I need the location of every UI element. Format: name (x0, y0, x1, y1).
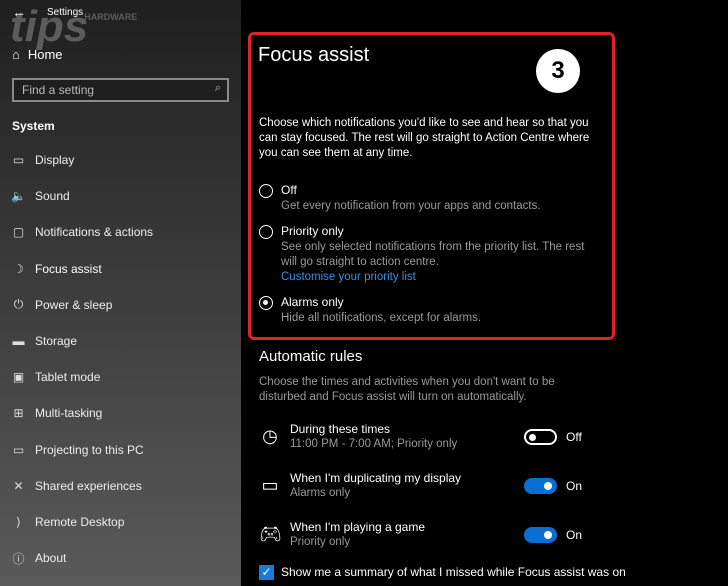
sidebar-item-label: Remote Desktop (35, 515, 125, 529)
nav-icon: ⟩ (16, 515, 21, 529)
sidebar-item-label: Power & sleep (35, 297, 113, 312)
sidebar-item-about[interactable]: ⓘ About (0, 540, 241, 576)
rule-display-sub: Alarms only (290, 487, 351, 499)
nav-icon: ▭ (12, 153, 25, 167)
sidebar-item-label: Multi-tasking (35, 406, 103, 421)
sidebar-item-label: Notifications & actions (35, 225, 154, 240)
sidebar-item-shared-experiences[interactable]: ✕ Shared experiences (0, 468, 241, 504)
section-heading: System (12, 119, 55, 133)
monitor-icon: ▭ (261, 475, 279, 495)
rule-display-toggle[interactable] (524, 478, 557, 494)
sidebar-item-notifications-actions[interactable]: ▢ Notifications & actions (0, 214, 241, 250)
sidebar-item-label: Storage (35, 334, 78, 348)
home-icon: ⌂ (12, 47, 20, 62)
nav-icon: 🔈 (11, 189, 26, 204)
radio-alarms-only[interactable] (259, 296, 273, 310)
sidebar-item-label: Projecting to this PC (35, 442, 144, 457)
nav-icon: ✕ (13, 478, 24, 493)
rule-display-state: On (566, 479, 583, 493)
sidebar-item-remote-desktop[interactable]: ⟩ Remote Desktop (0, 504, 241, 540)
sidebar: tipsHARDWARE ← Settings ⌂ Home Find a set… (0, 0, 241, 586)
sidebar-item-power-sleep[interactable]: ⏻ Power & sleep (0, 287, 241, 323)
sidebar-item-sound[interactable]: 🔈 Sound (0, 178, 241, 214)
summary-checkbox[interactable]: ✓ (259, 565, 274, 580)
rule-times-toggle[interactable] (524, 429, 557, 445)
rule-game-toggle[interactable] (524, 527, 557, 543)
sidebar-item-projecting-to-this-pc[interactable]: ▭ Projecting to this PC (0, 432, 241, 468)
step-badge: 3 (536, 49, 580, 93)
nav-icon: ⓘ (12, 551, 25, 566)
nav-icon: ⏻ (13, 297, 24, 312)
option-priority-label: Priority only (281, 224, 344, 238)
customise-priority-link[interactable]: Customise your priority list (281, 270, 416, 285)
option-off-desc: Get every notification from your apps an… (281, 200, 541, 212)
rule-game-state: On (566, 528, 583, 542)
sidebar-item-display[interactable]: ▭ Display (0, 142, 241, 178)
search-input[interactable]: Find a setting ⌕ (12, 78, 229, 102)
option-alarms-label: Alarms only (281, 295, 344, 309)
sidebar-item-label: Display (35, 153, 75, 167)
rule-times-sub: 11:00 PM - 7:00 AM; Priority only (290, 438, 458, 450)
clock-icon: ◷ (262, 426, 278, 446)
nav-icon: ▢ (12, 225, 25, 240)
sidebar-item-label: Shared experiences (35, 478, 142, 493)
window-title: Settings (47, 7, 84, 18)
option-off-label: Off (281, 183, 297, 197)
search-icon: ⌕ (214, 82, 221, 94)
back-button[interactable]: ← (12, 4, 26, 20)
rule-game-title[interactable]: When I'm playing a game (290, 520, 425, 535)
sidebar-item-label: Sound (35, 189, 70, 204)
sidebar-item-storage[interactable]: ▬ Storage (0, 323, 241, 359)
gamepad-icon: 🎮︎ (259, 524, 282, 544)
sidebar-item-tablet-mode[interactable]: ▣ Tablet mode (0, 359, 241, 395)
sidebar-item-focus-assist[interactable]: ☽ Focus assist (0, 251, 241, 287)
home-link[interactable]: ⌂ Home (12, 47, 63, 62)
radio-priority-only[interactable] (259, 225, 273, 239)
summary-checkbox-label: Show me a summary of what I missed while… (281, 565, 626, 579)
nav-icon: ▭ (12, 442, 25, 457)
option-alarms-desc: Hide all notifications, except for alarm… (281, 312, 482, 324)
sidebar-item-label: Focus assist (35, 261, 102, 276)
radio-off[interactable] (259, 184, 273, 198)
rule-times-title[interactable]: During these times (290, 422, 390, 437)
nav-icon: ☽ (13, 261, 24, 276)
rules-description: Choose the times and activities when you… (259, 376, 555, 403)
nav-icon: ⊞ (13, 406, 24, 421)
sidebar-item-multi-tasking[interactable]: ⊞ Multi-tasking (0, 395, 241, 431)
nav-icon: ▬ (12, 334, 25, 348)
option-priority-desc: See only selected notifications from the… (281, 241, 585, 268)
rule-game-sub: Priority only (290, 536, 351, 548)
description: Choose which notifications you'd like to… (259, 117, 590, 159)
rule-times-state: Off (566, 430, 582, 444)
page-title: Focus assist (258, 44, 370, 66)
rules-heading: Automatic rules (259, 348, 363, 365)
rule-display-title[interactable]: When I'm duplicating my display (290, 471, 461, 486)
sidebar-item-label: Tablet mode (35, 370, 101, 385)
sidebar-item-label: About (35, 551, 67, 566)
nav-icon: ▣ (12, 370, 25, 385)
